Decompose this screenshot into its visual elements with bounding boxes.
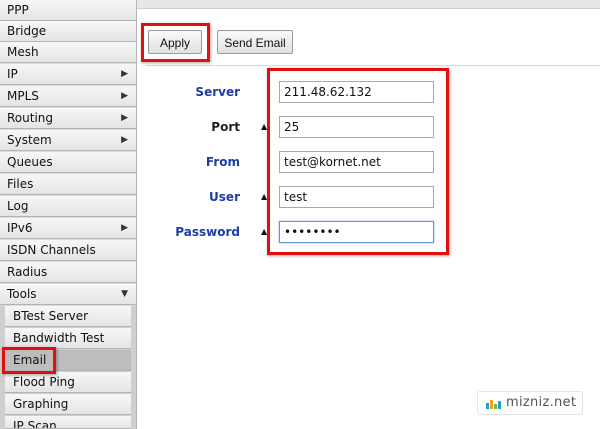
- sidebar-item-label: Routing: [7, 111, 54, 125]
- sidebar-item-label: Tools: [7, 287, 37, 301]
- submenu-item-label: Email: [13, 353, 47, 367]
- sidebar-item-ipv6[interactable]: IPv6 ▶: [0, 218, 136, 239]
- port-row: Port ▲: [146, 116, 446, 138]
- divider: [146, 65, 600, 66]
- from-label: From: [205, 155, 240, 169]
- sidebar-item-label: MPLS: [7, 89, 39, 103]
- sidebar-item-label: IPv6: [7, 221, 33, 235]
- password-row: Password ▲: [146, 221, 446, 243]
- sidebar-item-label: Bridge: [7, 24, 47, 38]
- user-label: User: [209, 190, 240, 204]
- submenu-item-graphing[interactable]: Graphing: [5, 394, 131, 415]
- sidebar-item-mesh[interactable]: Mesh: [0, 42, 136, 63]
- server-label: Server: [195, 85, 240, 99]
- sidebar-item-radius[interactable]: Radius: [0, 262, 136, 283]
- sidebar-menu: PPP Bridge Mesh IP ▶ MPLS ▶ Routing ▶ Syste…: [0, 0, 137, 429]
- apply-button[interactable]: Apply: [148, 30, 202, 54]
- sidebar-item-queues[interactable]: Queues: [0, 152, 136, 173]
- submenu-item-label: Graphing: [13, 397, 69, 411]
- chevron-right-icon: ▶: [121, 113, 128, 123]
- chevron-right-icon: ▶: [121, 91, 128, 101]
- from-row: From: [146, 151, 446, 173]
- submenu-item-email[interactable]: Email: [5, 350, 131, 371]
- submenu-item-label: IP Scan: [13, 419, 57, 429]
- sidebar-item-label: ISDN Channels: [7, 243, 96, 257]
- watermark: mizniz.net: [477, 391, 583, 415]
- from-input[interactable]: [279, 151, 434, 173]
- server-row: Server: [146, 81, 446, 103]
- watermark-text: mizniz.net: [506, 395, 577, 410]
- port-input[interactable]: [279, 116, 434, 138]
- server-input[interactable]: [279, 81, 434, 103]
- sidebar-item-label: Log: [7, 199, 29, 213]
- port-label: Port: [211, 120, 240, 134]
- mizniz-logo-icon: [486, 400, 501, 409]
- sidebar-item-label: PPP: [7, 3, 29, 17]
- submenu-item-label: Bandwidth Test: [13, 331, 105, 345]
- submenu-item-ip-scan[interactable]: IP Scan: [5, 416, 131, 429]
- sidebar-item-system[interactable]: System ▶: [0, 130, 136, 151]
- collapse-triangle-icon[interactable]: ▲: [261, 186, 267, 208]
- chevron-right-icon: ▶: [121, 223, 128, 233]
- user-row: User ▲: [146, 186, 446, 208]
- user-input[interactable]: [279, 186, 434, 208]
- sidebar-item-mpls[interactable]: MPLS ▶: [0, 86, 136, 107]
- submenu-item-flood-ping[interactable]: Flood Ping: [5, 372, 131, 393]
- password-input[interactable]: [279, 221, 434, 243]
- collapse-triangle-icon[interactable]: ▲: [261, 116, 267, 138]
- sidebar-item-label: Radius: [7, 265, 48, 279]
- sidebar-item-label: Mesh: [7, 45, 39, 59]
- top-bar: [137, 0, 600, 9]
- sidebar-item-ip[interactable]: IP ▶: [0, 64, 136, 85]
- sidebar-item-routing[interactable]: Routing ▶: [0, 108, 136, 129]
- sidebar-item-label: System: [7, 133, 52, 147]
- sidebar-item-ppp[interactable]: PPP: [0, 0, 136, 21]
- sidebar-item-label: Queues: [7, 155, 53, 169]
- submenu-item-bandwidth-test[interactable]: Bandwidth Test: [5, 328, 131, 349]
- chevron-right-icon: ▶: [121, 135, 128, 145]
- sidebar-item-files[interactable]: Files: [0, 174, 136, 195]
- sidebar-item-label: IP: [7, 67, 18, 81]
- tools-submenu: BTest Server Bandwidth Test Email Flood …: [0, 306, 136, 429]
- submenu-item-label: Flood Ping: [13, 375, 75, 389]
- send-email-button[interactable]: Send Email: [217, 30, 293, 54]
- sidebar-item-tools[interactable]: Tools ▼: [0, 284, 136, 305]
- sidebar-item-bridge[interactable]: Bridge: [0, 21, 136, 42]
- sidebar-item-label: Files: [7, 177, 34, 191]
- chevron-down-icon: ▼: [121, 289, 128, 299]
- submenu-item-btest-server[interactable]: BTest Server: [5, 306, 131, 327]
- sidebar-item-log[interactable]: Log: [0, 196, 136, 217]
- sidebar-item-isdn-channels[interactable]: ISDN Channels: [0, 240, 136, 261]
- password-label: Password: [175, 225, 240, 239]
- collapse-triangle-icon[interactable]: ▲: [261, 221, 267, 243]
- chevron-right-icon: ▶: [121, 69, 128, 79]
- submenu-item-label: BTest Server: [13, 309, 89, 323]
